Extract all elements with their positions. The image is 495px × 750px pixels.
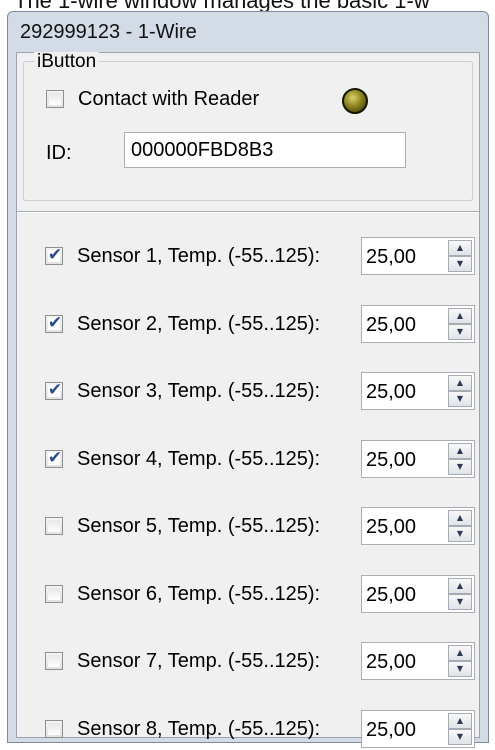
sensor-2-label: Sensor 2, Temp. (-55..125):	[77, 313, 321, 335]
sensor-8-checkbox[interactable]	[45, 720, 63, 738]
arrow-up-icon[interactable]: ▲	[448, 443, 472, 459]
checkbox-box	[49, 93, 61, 105]
checkbox-box	[48, 655, 60, 667]
sensor-8-label: Sensor 8, Temp. (-55..125):	[77, 718, 321, 740]
sensor-2-temperature-value[interactable]: 25,00	[366, 306, 416, 344]
arrow-down-icon[interactable]: ▼	[448, 391, 472, 407]
sensor-row: ✔ Sensor 2, Temp. (-55..125): 25,00 ▲ ▼	[17, 305, 479, 345]
window-title: 292999123 - 1-Wire	[20, 21, 197, 43]
sensor-6-label: Sensor 6, Temp. (-55..125):	[77, 583, 321, 605]
arrow-down-icon[interactable]: ▼	[448, 459, 472, 475]
check-icon: ✔	[47, 313, 63, 333]
sensor-1-temperature-stepper[interactable]: 25,00 ▲ ▼	[361, 237, 475, 275]
stepper-buttons: ▲ ▼	[448, 510, 472, 542]
sensor-row: Sensor 5, Temp. (-55..125): 25,00 ▲ ▼	[17, 507, 479, 547]
sensor-2-temperature-stepper[interactable]: 25,00 ▲ ▼	[361, 305, 475, 343]
checkbox-box	[48, 723, 60, 735]
stepper-buttons: ▲ ▼	[448, 443, 472, 475]
arrow-down-icon[interactable]: ▼	[448, 256, 472, 272]
sensor-7-temperature-stepper[interactable]: 25,00 ▲ ▼	[361, 642, 475, 680]
stepper-buttons: ▲ ▼	[448, 375, 472, 407]
check-icon: ✔	[47, 380, 63, 400]
sensor-4-label: Sensor 4, Temp. (-55..125):	[77, 448, 321, 470]
sensor-7-checkbox[interactable]	[45, 652, 63, 670]
sensor-1-checkbox[interactable]: ✔	[45, 245, 63, 265]
sensor-8-temperature-value[interactable]: 25,00	[366, 711, 416, 749]
sensor-row: ✔ Sensor 1, Temp. (-55..125): 25,00 ▲ ▼	[17, 237, 479, 277]
checkbox-box	[48, 588, 60, 600]
arrow-up-icon[interactable]: ▲	[448, 375, 472, 391]
arrow-down-icon[interactable]: ▼	[448, 661, 472, 677]
check-icon: ✔	[47, 245, 63, 265]
sensor-7-label: Sensor 7, Temp. (-55..125):	[77, 650, 321, 672]
stepper-buttons: ▲ ▼	[448, 578, 472, 610]
contact-with-reader-label: Contact with Reader	[78, 88, 260, 110]
sensor-5-temperature-value[interactable]: 25,00	[366, 508, 416, 546]
sensor-3-temperature-value[interactable]: 25,00	[366, 373, 416, 411]
arrow-down-icon[interactable]: ▼	[448, 526, 472, 542]
sensor-5-label: Sensor 5, Temp. (-55..125):	[77, 515, 321, 537]
sensor-1-label: Sensor 1, Temp. (-55..125):	[77, 245, 321, 267]
arrow-down-icon[interactable]: ▼	[448, 594, 472, 610]
one-wire-window: 292999123 - 1-Wire iButton Contact with …	[7, 11, 489, 748]
sensor-row: Sensor 7, Temp. (-55..125): 25,00 ▲ ▼	[17, 642, 479, 682]
sensor-7-temperature-value[interactable]: 25,00	[366, 643, 416, 681]
ibutton-group-title: iButton	[34, 52, 100, 72]
id-field[interactable]: 000000FBD8B3	[124, 132, 406, 168]
sensor-4-checkbox[interactable]: ✔	[45, 448, 63, 468]
sensor-5-checkbox[interactable]	[45, 517, 63, 535]
sensor-row: Sensor 6, Temp. (-55..125): 25,00 ▲ ▼	[17, 575, 479, 615]
sensor-1-temperature-value[interactable]: 25,00	[366, 238, 416, 276]
check-icon: ✔	[47, 448, 63, 468]
sensor-3-label: Sensor 3, Temp. (-55..125):	[77, 380, 321, 402]
sensor-4-temperature-stepper[interactable]: 25,00 ▲ ▼	[361, 440, 475, 478]
stepper-buttons: ▲ ▼	[448, 645, 472, 677]
arrow-up-icon[interactable]: ▲	[448, 308, 472, 324]
indicator-led-icon	[342, 88, 368, 114]
sensor-8-temperature-stepper[interactable]: 25,00 ▲ ▼	[361, 710, 475, 748]
sensor-row: ✔ Sensor 3, Temp. (-55..125): 25,00 ▲ ▼	[17, 372, 479, 412]
sensor-3-temperature-stepper[interactable]: 25,00 ▲ ▼	[361, 372, 475, 410]
ibutton-group: iButton Contact with Reader ID: 000000FB…	[23, 52, 473, 201]
arrow-up-icon[interactable]: ▲	[448, 645, 472, 661]
sensor-6-temperature-stepper[interactable]: 25,00 ▲ ▼	[361, 575, 475, 613]
id-label: ID:	[46, 142, 72, 164]
sensor-6-checkbox[interactable]	[45, 585, 63, 603]
arrow-up-icon[interactable]: ▲	[448, 578, 472, 594]
separator	[17, 211, 479, 213]
sensor-3-checkbox[interactable]: ✔	[45, 380, 63, 400]
sensor-row: Sensor 8, Temp. (-55..125): 25,00 ▲ ▼	[17, 710, 479, 750]
arrow-up-icon[interactable]: ▲	[448, 713, 472, 729]
arrow-up-icon[interactable]: ▲	[448, 510, 472, 526]
arrow-down-icon[interactable]: ▼	[448, 324, 472, 340]
sensor-2-checkbox[interactable]: ✔	[45, 313, 63, 333]
contact-with-reader-checkbox[interactable]	[46, 90, 64, 108]
window-client-area: iButton Contact with Reader ID: 000000FB…	[16, 52, 480, 748]
sensor-6-temperature-value[interactable]: 25,00	[366, 576, 416, 614]
stepper-buttons: ▲ ▼	[448, 240, 472, 272]
stepper-buttons: ▲ ▼	[448, 713, 472, 745]
sensor-4-temperature-value[interactable]: 25,00	[366, 441, 416, 479]
arrow-up-icon[interactable]: ▲	[448, 240, 472, 256]
sensor-row: ✔ Sensor 4, Temp. (-55..125): 25,00 ▲ ▼	[17, 440, 479, 480]
sensor-5-temperature-stepper[interactable]: 25,00 ▲ ▼	[361, 507, 475, 545]
checkbox-box	[48, 520, 60, 532]
stepper-buttons: ▲ ▼	[448, 308, 472, 340]
